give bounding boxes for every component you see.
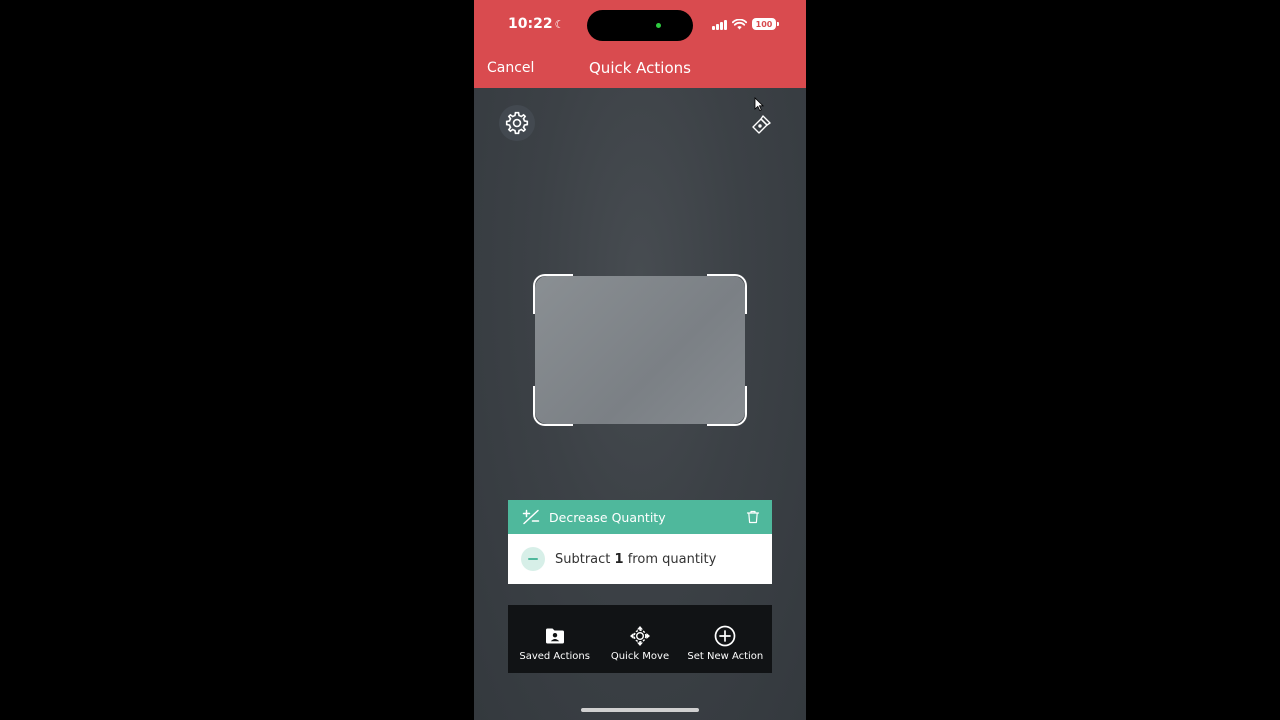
set-new-action-label: Set New Action xyxy=(687,651,764,662)
minus-icon xyxy=(521,547,545,571)
flashlight-button[interactable] xyxy=(746,108,778,140)
folder-person-icon xyxy=(545,628,564,644)
action-description: Subtract 1 from quantity xyxy=(555,551,717,567)
quick-action-card[interactable]: Decrease Quantity Subtract 1 from quanti… xyxy=(508,500,772,584)
flashlight-icon xyxy=(752,115,771,134)
scan-frame-corner xyxy=(533,386,573,426)
cellular-signal-icon xyxy=(712,19,727,30)
trash-icon[interactable] xyxy=(746,510,760,524)
app-header: 10:22 ☾ 100 Cancel Quick Actions xyxy=(474,0,806,88)
battery-icon: 100 xyxy=(752,18,779,30)
saved-actions-label: Saved Actions xyxy=(519,651,590,662)
wifi-icon xyxy=(732,18,747,29)
action-card-body: Subtract 1 from quantity xyxy=(508,534,772,584)
home-indicator[interactable] xyxy=(581,708,699,712)
quick-move-button[interactable]: Quick Move xyxy=(597,605,682,673)
settings-button[interactable] xyxy=(499,105,535,141)
move-arrows-icon xyxy=(629,626,650,646)
status-bar-indicators: 100 xyxy=(712,16,779,32)
moon-icon: ☾ xyxy=(554,18,565,31)
dynamic-island xyxy=(587,10,693,41)
camera-indicator-icon xyxy=(656,23,661,28)
quick-move-label: Quick Move xyxy=(610,651,670,662)
saved-actions-button[interactable]: Saved Actions xyxy=(512,605,597,673)
mouse-cursor-icon xyxy=(754,97,764,111)
bottom-action-bar: Saved Actions Quick Move Set New Action xyxy=(508,605,772,673)
gear-icon xyxy=(505,111,529,135)
status-bar-time: 10:22 ☾ xyxy=(508,16,565,32)
action-card-header: Decrease Quantity xyxy=(508,500,772,534)
cancel-button[interactable]: Cancel xyxy=(487,60,534,76)
phone-screen: 10:22 ☾ 100 Cancel Quick Actions Decreas… xyxy=(474,0,806,720)
scan-frame-corner xyxy=(707,386,747,426)
set-new-action-button[interactable]: Set New Action xyxy=(683,605,768,673)
action-card-title: Decrease Quantity xyxy=(549,509,666,525)
scan-frame xyxy=(533,274,747,426)
scan-frame-corner xyxy=(533,274,573,314)
plus-circle-icon xyxy=(714,625,736,647)
scan-frame-corner xyxy=(707,274,747,314)
plus-minus-icon xyxy=(522,509,540,525)
